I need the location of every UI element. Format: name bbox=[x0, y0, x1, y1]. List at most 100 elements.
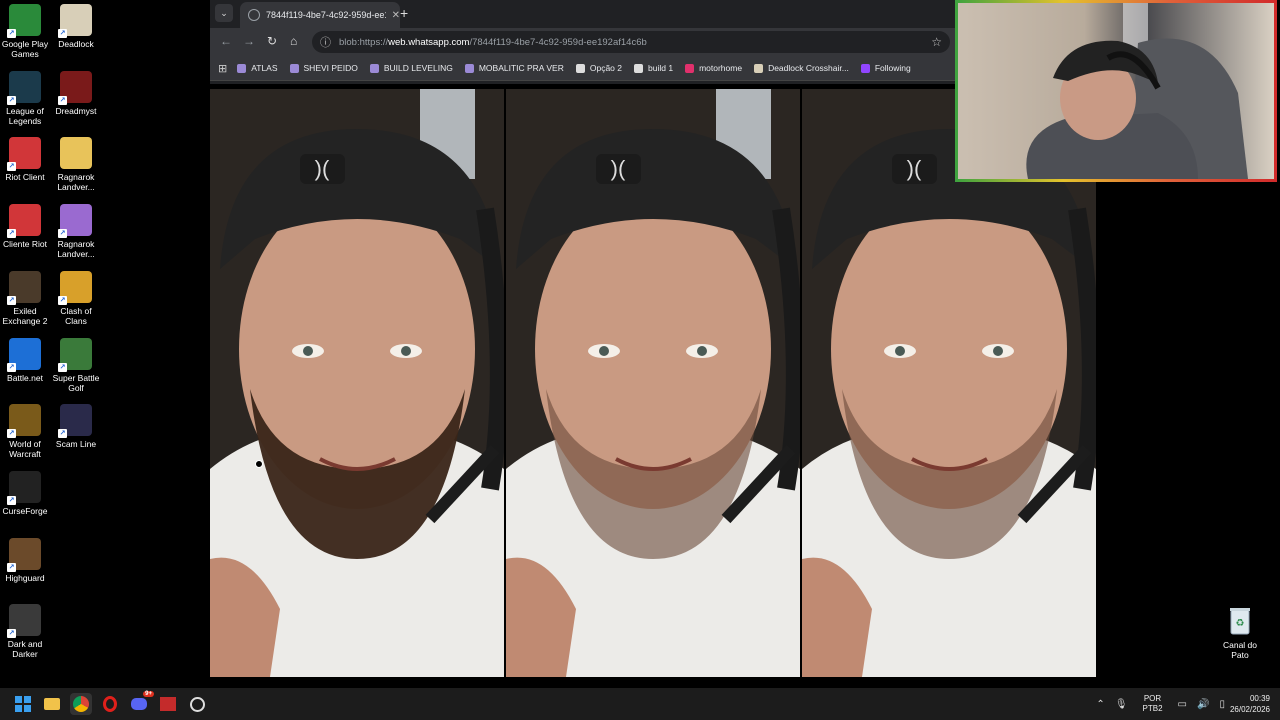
streaming-app-button[interactable] bbox=[157, 693, 179, 715]
exiled-exchange-icon: ↗ bbox=[7, 270, 41, 305]
volume-icon[interactable]: 🔊 bbox=[1197, 699, 1209, 710]
bookmark-item[interactable]: Opção 2 bbox=[575, 63, 622, 73]
obs-taskbar-button[interactable] bbox=[186, 693, 208, 715]
apps-grid-icon[interactable]: ⊞ bbox=[218, 62, 227, 75]
svg-text:)(: )( bbox=[611, 156, 626, 181]
arrow-right-icon: → bbox=[243, 34, 255, 48]
tab-search-button[interactable]: ⌄ bbox=[215, 4, 233, 22]
desktop-shortcut[interactable]: ↗ World of Warcraft bbox=[0, 404, 50, 459]
tab-active[interactable]: 7844f119-4be7-4c92-959d-ee1 ✕ bbox=[240, 2, 400, 28]
url-host: web.whatsapp.com bbox=[388, 36, 470, 48]
back-button[interactable]: ← bbox=[220, 34, 232, 48]
browser-window: ⌄ 7844f119-4be7-4c92-959d-ee1 ✕ + ← → ↻ … bbox=[210, 0, 955, 84]
desktop-shortcut-label: World of Warcraft bbox=[9, 439, 41, 460]
curseforge-icon: ↗ bbox=[7, 470, 41, 505]
shortcut-arrow-icon: ↗ bbox=[7, 495, 16, 505]
ragnarok-icon: ↗ bbox=[58, 204, 92, 239]
desktop-shortcut[interactable]: ↗ Riot Client bbox=[0, 137, 50, 182]
bookmark-item[interactable]: BUILD LEVELING bbox=[369, 63, 453, 73]
desktop-shortcut[interactable]: ↗ Scam Line bbox=[51, 404, 101, 449]
desktop-shortcut[interactable]: ↗ Dreadmyst bbox=[51, 70, 101, 116]
photo-2: )( bbox=[506, 89, 800, 677]
shortcut-arrow-icon: ↗ bbox=[7, 295, 16, 305]
shortcut-arrow-icon: ↗ bbox=[7, 629, 16, 639]
close-icon[interactable]: ✕ bbox=[392, 10, 400, 21]
desktop-shortcut[interactable]: ↗ Deadlock bbox=[51, 4, 101, 49]
svg-text:♻: ♻ bbox=[1236, 618, 1245, 629]
site-info-icon[interactable]: ⓘ bbox=[320, 34, 331, 50]
shortcut-arrow-icon: ↗ bbox=[7, 95, 16, 105]
bookmark-label: MOBALITIC PRA VER bbox=[478, 63, 564, 73]
desktop-shortcut-label: Google Play Games bbox=[1, 39, 49, 59]
system-tray: ⌃ 🎙 POR PTB2 ▭ 🔊 ▯ 00:39 26/02/2026 bbox=[1091, 688, 1280, 720]
mobalytics-icon bbox=[634, 63, 643, 73]
desktop-shortcut[interactable]: ↗ Clash of Clans bbox=[51, 270, 101, 326]
instagram-icon bbox=[685, 63, 695, 73]
bookmark-item[interactable]: MOBALITIC PRA VER bbox=[464, 63, 564, 73]
new-tab-button[interactable]: + bbox=[400, 5, 408, 21]
desktop-shortcut[interactable]: ↗ Highguard bbox=[0, 537, 50, 583]
deadlock-icon bbox=[754, 63, 764, 73]
chevron-up-icon[interactable]: ⌃ bbox=[1096, 699, 1104, 710]
desktop-shortcut[interactable]: ↗ Google Play Games bbox=[0, 4, 50, 59]
desktop-shortcut-label: Cliente Riot bbox=[3, 239, 47, 250]
dreadmyst-icon: ↗ bbox=[58, 70, 92, 105]
taskbar: 9+ ⌃ 🎙 POR PTB2 ▭ 🔊 ▯ 00:39 26/02/2026 bbox=[0, 688, 1280, 720]
reload-button[interactable]: ↻ bbox=[267, 34, 277, 48]
home-icon: ⌂ bbox=[290, 34, 298, 48]
super-battle-golf-icon: ↗ bbox=[58, 337, 92, 372]
discord-taskbar-button[interactable]: 9+ bbox=[128, 691, 154, 715]
desktop-shortcut[interactable]: ↗ League of Legends bbox=[0, 70, 50, 126]
desktop-shortcut[interactable]: ↗ Super Battle Golf bbox=[51, 337, 101, 393]
bookmark-item[interactable]: Following bbox=[860, 63, 911, 73]
world-of-warcraft-icon: ↗ bbox=[7, 404, 41, 439]
bookmark-item[interactable]: SHEVI PEIDO bbox=[289, 63, 358, 73]
shortcut-arrow-icon: ↗ bbox=[7, 362, 16, 372]
twitch-icon bbox=[369, 63, 379, 73]
clock-date: 26/02/2026 bbox=[1229, 705, 1270, 714]
bookmark-item[interactable]: ATLAS bbox=[237, 63, 278, 73]
desktop-shortcut[interactable]: Ragnarok Landver... bbox=[51, 137, 101, 192]
opera-taskbar-button[interactable] bbox=[99, 693, 121, 715]
bookmark-item[interactable]: motorhome bbox=[685, 63, 742, 73]
svg-text:)(: )( bbox=[907, 156, 922, 181]
forward-button[interactable]: → bbox=[243, 34, 255, 48]
desktop-shortcut-label: Exiled Exchange 2 bbox=[2, 305, 48, 326]
arrow-left-icon: ← bbox=[220, 34, 232, 48]
network-icon[interactable]: ▭ bbox=[1178, 699, 1187, 710]
desktop-shortcut[interactable]: ↗ Battle.net bbox=[0, 337, 50, 383]
league-of-legends-icon: ↗ bbox=[7, 70, 41, 105]
shortcut-arrow-icon: ↗ bbox=[58, 362, 67, 372]
chrome-taskbar-button[interactable] bbox=[70, 693, 92, 715]
recycle-bin-icon: ♻ bbox=[1224, 605, 1256, 637]
desktop-shortcut-label: Clash of Clans bbox=[60, 305, 92, 326]
bookmark-item[interactable]: build 1 bbox=[634, 63, 673, 73]
language-indicator[interactable]: POR PTB2 bbox=[1143, 694, 1163, 714]
desktop-shortcut[interactable]: ↗ Dark and Darker bbox=[0, 604, 50, 659]
bookmark-label: Opção 2 bbox=[589, 63, 622, 73]
battery-icon[interactable]: ▯ bbox=[1219, 699, 1225, 710]
webcam-overlay bbox=[955, 0, 1277, 182]
home-button[interactable]: ⌂ bbox=[290, 34, 297, 48]
recycle-bin[interactable]: ♻ Canal do Pato bbox=[1215, 605, 1265, 660]
folder-icon bbox=[60, 137, 92, 170]
bookmark-star-icon[interactable]: ☆ bbox=[931, 35, 942, 49]
microphone-icon[interactable]: 🎙 bbox=[1115, 699, 1128, 710]
clock[interactable]: 00:39 26/02/2026 bbox=[1230, 693, 1270, 715]
bookmark-label: Deadlock Crosshair... bbox=[768, 63, 849, 73]
discord-badge: 9+ bbox=[143, 691, 154, 697]
desktop-shortcut[interactable]: ↗ Cliente Riot bbox=[0, 204, 50, 249]
shortcut-arrow-icon: ↗ bbox=[58, 95, 67, 105]
file-explorer-button[interactable] bbox=[41, 693, 63, 715]
shortcut-arrow-icon: ↗ bbox=[58, 229, 67, 239]
language-code: POR bbox=[1143, 694, 1162, 703]
desktop-shortcut[interactable]: ↗ Exiled Exchange 2 bbox=[0, 270, 50, 326]
bookmark-item[interactable]: Deadlock Crosshair... bbox=[754, 63, 849, 73]
tab-strip: ⌄ 7844f119-4be7-4c92-959d-ee1 ✕ + bbox=[210, 0, 955, 28]
desktop-shortcut[interactable]: ↗ Ragnarok Landver... bbox=[51, 204, 101, 259]
desktop-shortcut[interactable]: ↗ CurseForge bbox=[0, 470, 50, 516]
start-button[interactable] bbox=[12, 693, 34, 715]
address-bar[interactable]: ⓘ blob:https://web.whatsapp.com/7844f119… bbox=[312, 31, 950, 53]
clock-time: 00:39 bbox=[1249, 694, 1270, 703]
desktop-shortcut-label: Dark and Darker bbox=[7, 639, 43, 660]
